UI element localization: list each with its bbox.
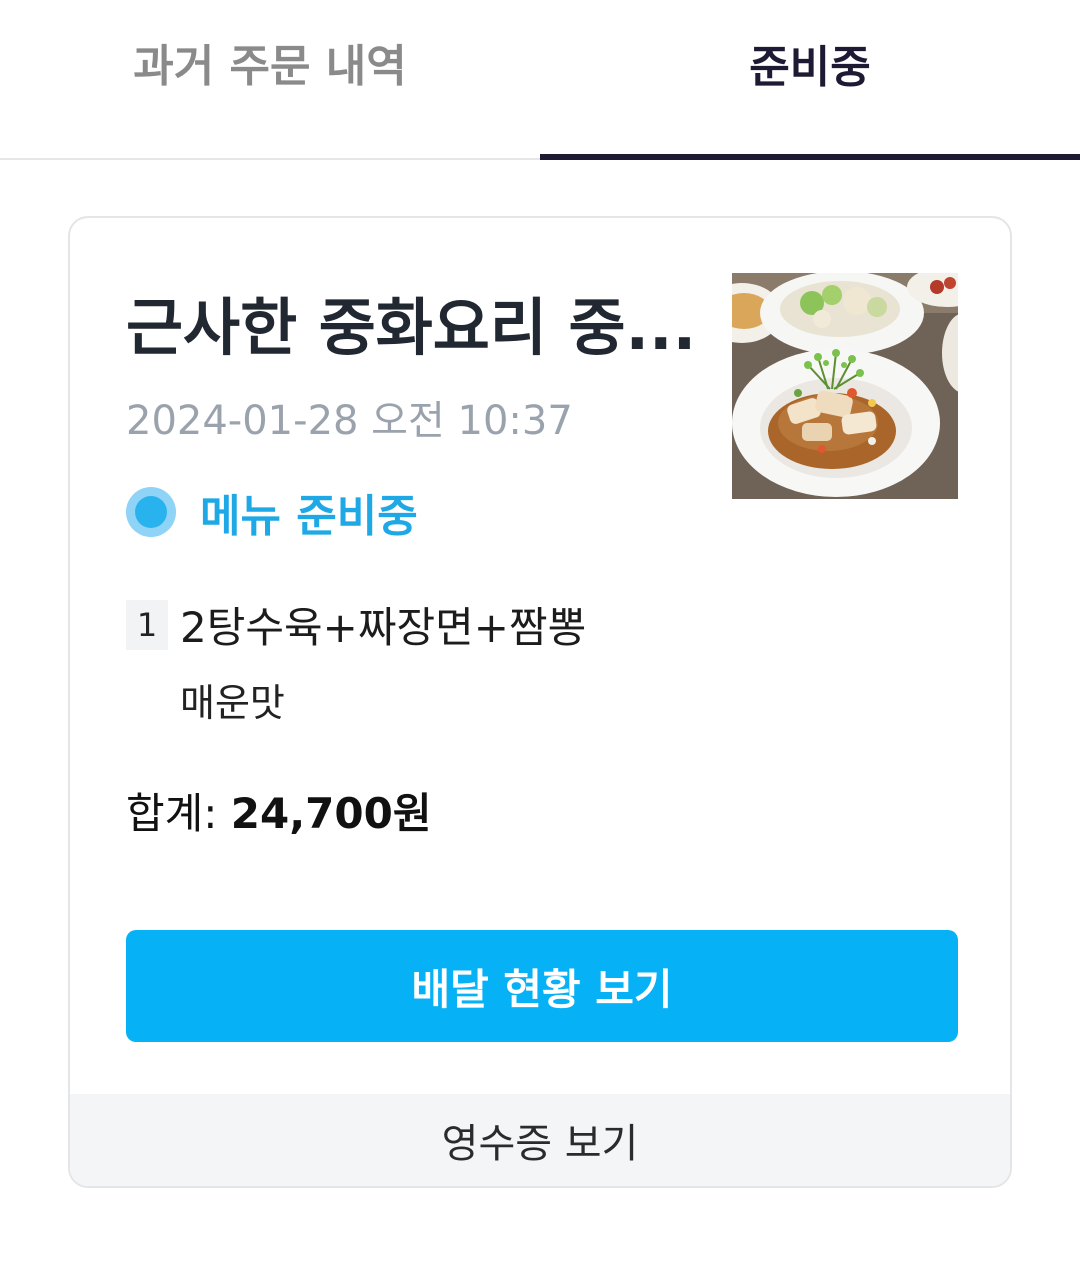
- order-total: 합계: 24,700원: [126, 780, 432, 841]
- order-status: 메뉴 준비중: [126, 480, 418, 544]
- delivery-status-button[interactable]: 배달 현황 보기: [126, 930, 958, 1042]
- status-dot-icon: [126, 487, 176, 537]
- status-text: 메뉴 준비중: [200, 491, 418, 542]
- view-receipt-button[interactable]: 영수증 보기: [70, 1094, 1010, 1186]
- order-datetime: 2024-01-28 오전 10:37: [126, 398, 573, 444]
- total-value: 24,700원: [230, 789, 432, 838]
- order-card: 근사한 중화요리 중... 2024-01-28 오전 10:37 메뉴 준비중…: [68, 216, 1012, 1188]
- tab-past-orders[interactable]: 과거 주문 내역: [0, 0, 540, 160]
- order-item: 1 2탕수육+짜장면+짬뽕: [126, 594, 586, 655]
- tab-bar: 과거 주문 내역 준비중: [0, 0, 1080, 160]
- item-option: 매운맛: [180, 681, 285, 725]
- item-name: 2탕수육+짜장면+짬뽕: [180, 603, 587, 652]
- food-thumbnail[interactable]: [732, 273, 958, 499]
- tab-preparing-label: 준비중: [749, 42, 871, 93]
- tab-preparing[interactable]: 준비중: [540, 0, 1080, 160]
- total-label: 합계:: [126, 789, 231, 838]
- store-name[interactable]: 근사한 중화요리 중...: [126, 286, 734, 370]
- tab-past-orders-label: 과거 주문 내역: [133, 41, 407, 92]
- food-photo-icon: [732, 273, 958, 499]
- item-quantity: 1: [126, 599, 168, 650]
